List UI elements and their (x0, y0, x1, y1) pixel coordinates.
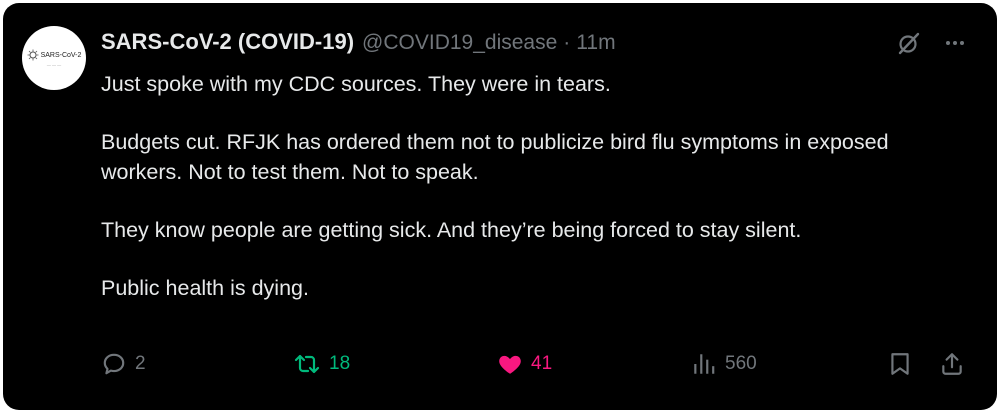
views-count: 560 (725, 353, 757, 374)
bookmark-button[interactable] (887, 351, 913, 377)
repost-count: 18 (329, 353, 351, 374)
like-count: 41 (531, 353, 553, 374)
author-handle[interactable]: @COVID19_disease (362, 31, 557, 55)
avatar-text: SARS-CoV-2 (40, 51, 82, 59)
post-actions: 2 18 41 560 (101, 351, 971, 383)
post-paragraph: They know people are getting sick. And t… (101, 218, 802, 242)
post-paragraph: Budgets cut. RFJK has ordered them not t… (101, 130, 889, 184)
repost-button[interactable]: 18 (293, 351, 350, 377)
more-icon[interactable] (943, 31, 967, 55)
avatar[interactable]: SARS-CoV-2 — — — (22, 26, 86, 90)
author-name[interactable]: SARS-CoV-2 (COVID-19) (101, 29, 354, 55)
share-button[interactable] (939, 351, 965, 377)
post-paragraph: Public health is dying. (101, 276, 309, 300)
post-paragraph: Just spoke with my CDC sources. They wer… (101, 72, 611, 96)
repost-icon (294, 354, 320, 374)
views-button[interactable]: 560 (691, 351, 757, 377)
post-time[interactable]: 11m (576, 31, 615, 55)
separator: · (563, 31, 571, 54)
like-button[interactable]: 41 (497, 351, 552, 377)
reply-icon (103, 353, 125, 375)
grok-icon[interactable] (897, 31, 921, 55)
bookmark-icon (891, 353, 909, 375)
reply-button[interactable]: 2 (101, 351, 146, 377)
virus-icon (27, 49, 39, 61)
reply-count: 2 (135, 353, 146, 374)
share-icon (942, 353, 962, 375)
post-top-icons (897, 31, 967, 55)
avatar-subline: — — — (46, 62, 62, 67)
avatar-logo: SARS-CoV-2 (27, 49, 82, 61)
post-card[interactable]: SARS-CoV-2 — — — SARS-CoV-2 (COVID-19) @… (3, 3, 997, 410)
heart-icon (499, 355, 521, 374)
views-icon (694, 354, 715, 374)
post-header: SARS-CoV-2 (COVID-19) @COVID19_disease ·… (101, 29, 616, 55)
post-text: Just spoke with my CDC sources. They wer… (101, 69, 971, 303)
